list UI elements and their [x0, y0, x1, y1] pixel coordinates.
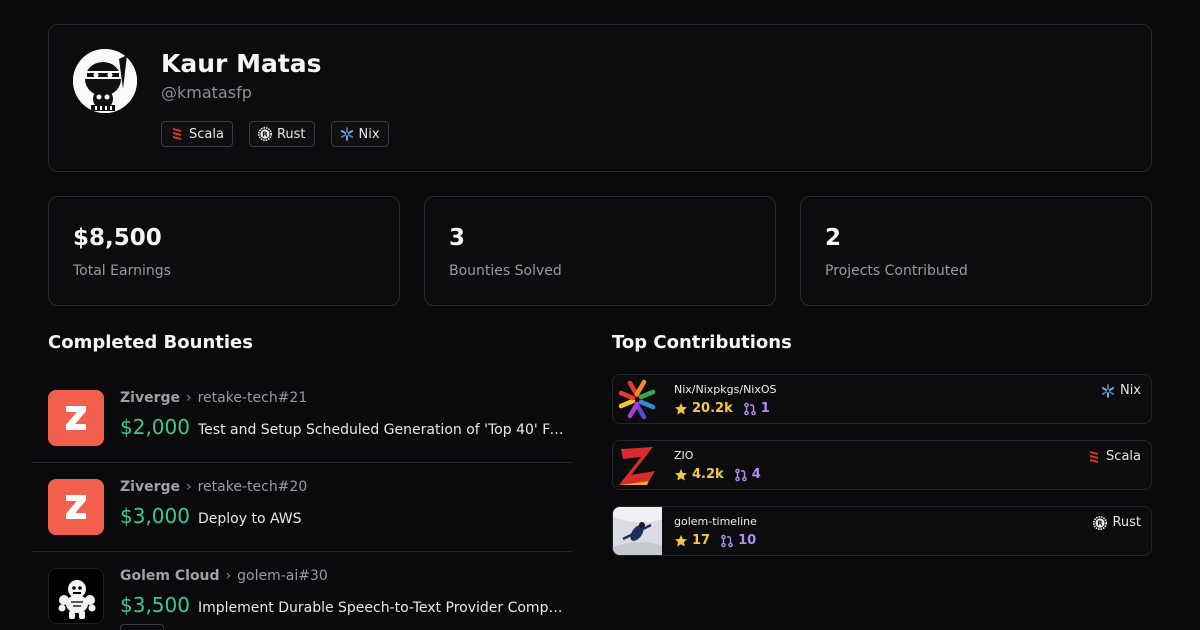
- stat-value: 2: [825, 225, 842, 251]
- language-chip-nix[interactable]: Nix: [330, 121, 389, 147]
- stat-label: Projects Contributed: [825, 263, 968, 279]
- profile-name: Kaur Matas: [161, 49, 322, 78]
- completed-bounties-title: Completed Bounties: [48, 332, 253, 353]
- bounty-amount: $3,000: [120, 504, 190, 528]
- language-chip-label: Rust: [276, 126, 306, 142]
- scala-icon: [1090, 450, 1099, 463]
- language-chip-label: Scala: [189, 126, 224, 142]
- contribution-item[interactable]: golem-timeline 17 10 R Rust: [612, 506, 1152, 556]
- stat-value: $8,500: [73, 225, 162, 251]
- prs-count: 4: [734, 467, 761, 482]
- contribution-repo-name[interactable]: ZIO: [674, 449, 693, 462]
- stars-value: 17: [692, 533, 711, 548]
- language-chip-rust[interactable]: R Rust: [248, 121, 315, 147]
- bounty-org[interactable]: Ziverge: [120, 479, 180, 495]
- stars-count: 17: [674, 533, 710, 548]
- bounty-org[interactable]: Golem Cloud: [120, 568, 220, 584]
- bounty-title[interactable]: Deploy to AWS: [198, 511, 302, 527]
- chevron-right-icon: ›: [225, 568, 232, 584]
- chevron-right-icon: ›: [186, 390, 192, 406]
- pull-request-icon: [734, 468, 747, 481]
- language-label: Rust: [1112, 515, 1141, 530]
- bounty-issue-ref[interactable]: retake-tech#21: [198, 390, 308, 406]
- bounty-org[interactable]: Ziverge: [120, 390, 180, 406]
- stars-value: 20.2k: [692, 401, 733, 416]
- pull-request-icon: [721, 534, 733, 547]
- stat-bounties-solved: 3 Bounties Solved: [424, 196, 776, 306]
- ziverge-logo: [48, 390, 104, 446]
- profile-card: Kaur Matas @kmatasfp Scala R Rust Nix: [48, 24, 1152, 172]
- language-label: Scala: [1106, 449, 1141, 464]
- contribution-repo-name[interactable]: golem-timeline: [674, 515, 757, 528]
- bounty-item[interactable]: Ziverge › retake-tech#21 $2,000 Test and…: [32, 374, 572, 463]
- contribution-language: Nix: [1101, 383, 1141, 398]
- nixos-logo: [613, 375, 662, 423]
- prs-value: 1: [760, 401, 770, 416]
- contribution-item[interactable]: ZIO 4.2k 4 Scala: [612, 440, 1152, 490]
- bounty-amount: $3,500: [120, 593, 190, 617]
- chevron-right-icon: ›: [186, 479, 192, 495]
- avatar[interactable]: [73, 49, 137, 113]
- svg-text:R: R: [262, 131, 268, 139]
- star-icon: [675, 534, 687, 546]
- prs-count: 1: [743, 401, 770, 416]
- language-label: Nix: [1119, 383, 1141, 398]
- golem-logo: [48, 568, 104, 624]
- nix-icon: [340, 127, 353, 141]
- bounty-issue-ref[interactable]: retake-tech#20: [198, 479, 308, 495]
- stat-value: 3: [449, 225, 466, 251]
- scala-icon: [173, 128, 181, 140]
- star-icon: [675, 402, 687, 414]
- bounty-title[interactable]: Test and Setup Scheduled Generation of '…: [198, 422, 570, 438]
- stars-count: 20.2k: [674, 401, 733, 416]
- zio-logo: [613, 441, 662, 489]
- prs-count: 10: [720, 533, 756, 548]
- bounty-item[interactable]: Ziverge › retake-tech#20 $3,000 Deploy t…: [32, 463, 572, 552]
- pull-request-icon: [743, 402, 756, 415]
- top-contributions-title: Top Contributions: [612, 332, 792, 353]
- contribution-repo-name[interactable]: Nix/Nixpkgs/NixOS: [674, 383, 777, 396]
- bounty-amount: $2,000: [120, 415, 190, 439]
- bounty-tag-chip: [120, 624, 164, 630]
- prs-value: 10: [738, 533, 757, 548]
- golem-timeline-image: [613, 507, 662, 555]
- stat-label: Bounties Solved: [449, 263, 562, 279]
- stat-label: Total Earnings: [73, 263, 171, 279]
- stars-count: 4.2k: [674, 467, 724, 482]
- contribution-language: R Rust: [1093, 515, 1141, 530]
- bounty-title[interactable]: Implement Durable Speech-to-Text Provide…: [198, 600, 570, 616]
- contribution-language: Scala: [1087, 449, 1141, 464]
- nix-icon: [1101, 383, 1115, 398]
- stat-projects-contributed: 2 Projects Contributed: [800, 196, 1152, 306]
- star-icon: [675, 468, 687, 480]
- svg-text:R: R: [1098, 519, 1104, 527]
- prs-value: 4: [751, 467, 761, 482]
- rust-icon: R: [257, 127, 272, 141]
- language-list: Scala R Rust Nix: [161, 121, 389, 147]
- stars-value: 4.2k: [692, 467, 724, 482]
- profile-handle: @kmatasfp: [161, 83, 252, 102]
- ziverge-logo: [48, 479, 104, 535]
- bounty-issue-ref[interactable]: golem-ai#30: [237, 568, 328, 584]
- rust-icon: R: [1093, 515, 1108, 530]
- language-chip-scala[interactable]: Scala: [161, 121, 233, 147]
- contribution-item[interactable]: Nix/Nixpkgs/NixOS 20.2k 1 Nix: [612, 374, 1152, 424]
- stat-total-earnings: $8,500 Total Earnings: [48, 196, 400, 306]
- language-chip-label: Nix: [358, 126, 380, 142]
- bounty-item[interactable]: Golem Cloud › golem-ai#30 $3,500 Impleme…: [32, 552, 572, 630]
